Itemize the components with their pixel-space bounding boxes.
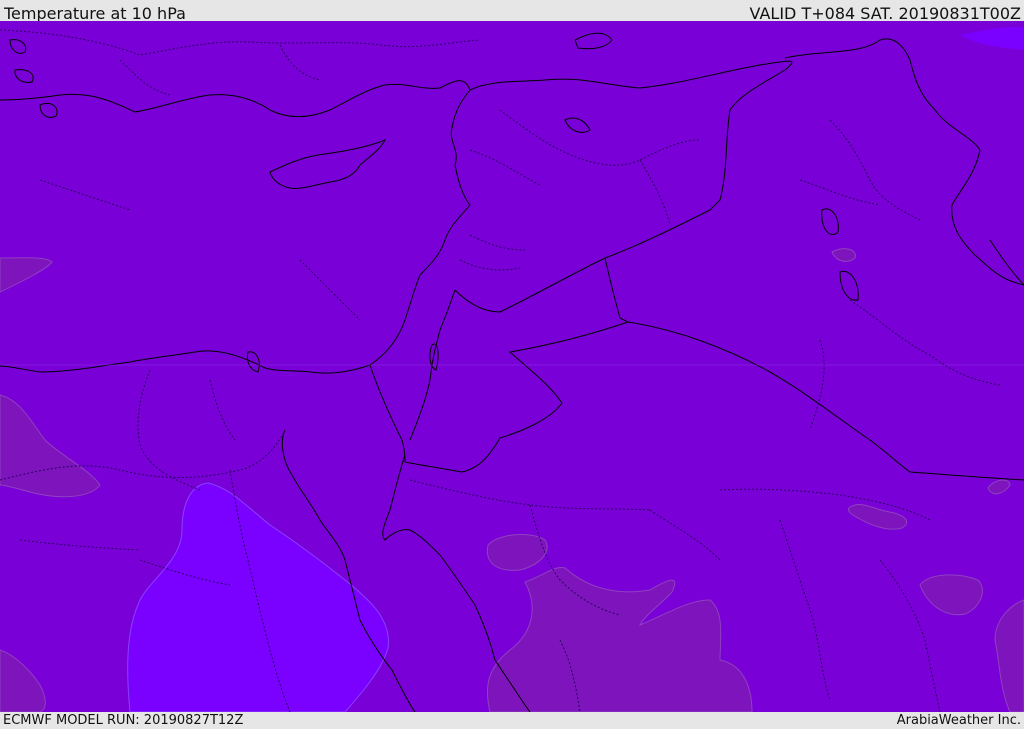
weather-map[interactable] [0, 21, 1024, 712]
model-run: ECMWF MODEL RUN: 20190827T12Z [3, 713, 244, 728]
map-canvas [0, 21, 1024, 712]
footer-bar: ECMWF MODEL RUN: 20190827T12Z ArabiaWeat… [0, 712, 1024, 729]
title-bar: Temperature at 10 hPa VALID T+084 SAT. 2… [0, 0, 1024, 23]
credit: ArabiaWeather Inc. [896, 713, 1021, 728]
